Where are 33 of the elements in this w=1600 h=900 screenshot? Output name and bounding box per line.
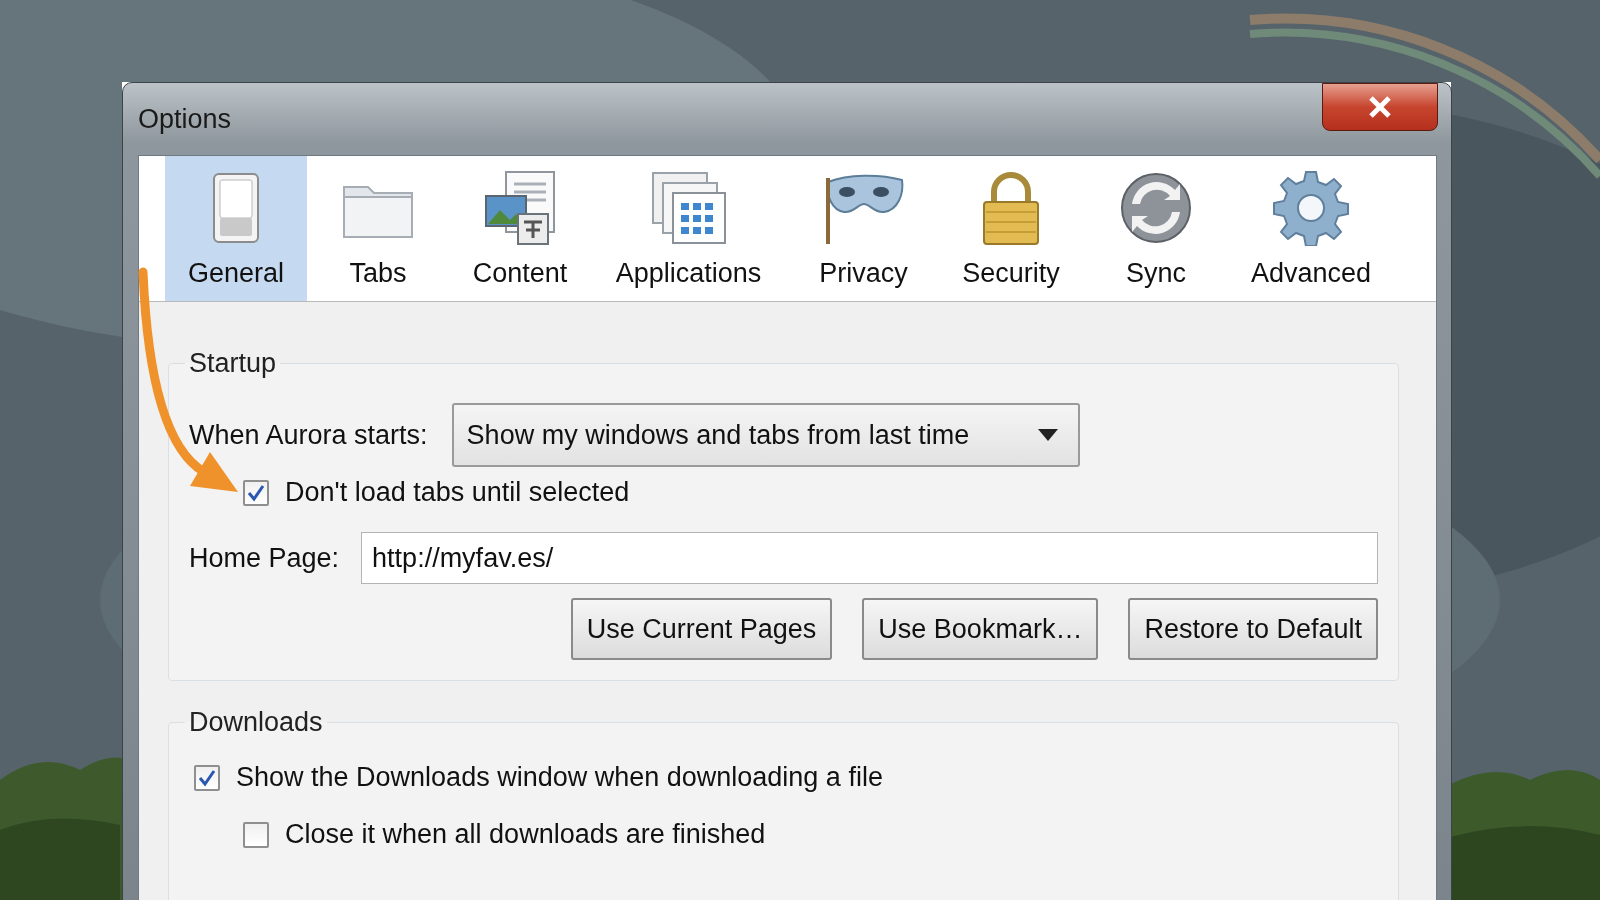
gear-icon	[1273, 170, 1349, 246]
startup-dropdown[interactable]: Show my windows and tabs from last time	[451, 403, 1080, 467]
checkbox[interactable]	[243, 821, 269, 848]
checkbox-label: Don't load tabs until selected	[285, 477, 630, 508]
toolbar-tab[interactable]: Security	[941, 156, 1081, 301]
toggle-icon	[210, 172, 262, 244]
action-button[interactable]: Use Current Pages	[570, 598, 833, 660]
sync-icon	[1118, 170, 1194, 246]
caret-icon	[1037, 429, 1058, 441]
window-title: Options	[138, 103, 232, 135]
action-button[interactable]: Restore to Default	[1128, 598, 1378, 660]
home-page-field[interactable]: http://myfav.es/	[361, 532, 1378, 584]
group-title: Startup	[188, 348, 278, 379]
toolbar-tab[interactable]: Advanced	[1231, 156, 1391, 301]
action-button[interactable]: Use Bookmark…	[862, 598, 1099, 660]
padlock-icon	[980, 170, 1042, 246]
checkbox[interactable]	[243, 479, 269, 506]
toolbar-tab[interactable]: Sync	[1081, 156, 1231, 301]
toolbar-tab[interactable]: General	[165, 156, 307, 301]
toolbar-tab[interactable]: Content	[449, 156, 591, 301]
checkbox-label: Show the Downloads window when downloading a file	[236, 762, 883, 793]
field-label: When Aurora starts:	[189, 419, 428, 451]
application-window-icon	[650, 171, 727, 245]
checkbox[interactable]	[194, 764, 220, 791]
close-icon	[1368, 96, 1392, 118]
document-icon	[482, 170, 558, 246]
toolbar-tab[interactable]: Tabs	[307, 156, 449, 301]
toolbar-tab[interactable]: Privacy	[786, 156, 941, 301]
close-button[interactable]	[1322, 83, 1438, 131]
field-label: Home Page:	[189, 542, 340, 574]
group-title: Downloads	[188, 707, 324, 738]
toolbar-tab[interactable]: Applications	[591, 156, 786, 301]
checkbox-label: Close it when all downloads are finished	[285, 819, 766, 850]
